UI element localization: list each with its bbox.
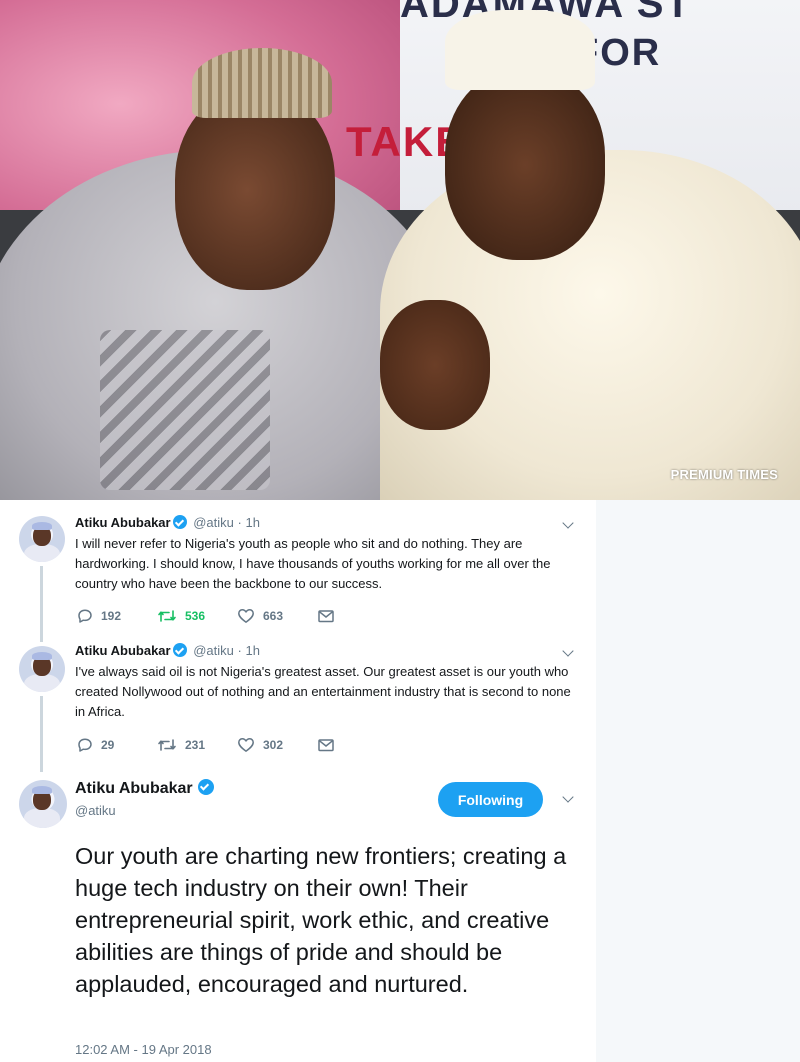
robe-pattern [100, 330, 270, 490]
avatar[interactable] [19, 516, 65, 562]
news-photo: ADAMAWA ST FOR TAKE PREMIUM TIMES [0, 0, 800, 500]
thread-tweet-1[interactable]: Atiku Abubakar @atiku · 1h I will never … [0, 510, 596, 642]
chevron-down-icon[interactable] [561, 792, 575, 806]
tweet-header: Atiku Abubakar @atiku · 1h [75, 514, 260, 532]
retweet-button[interactable]: 231 [157, 736, 205, 754]
reply-icon [78, 738, 92, 752]
tweet-text: I will never refer to Nigeria's youth as… [75, 536, 551, 591]
retweet-button[interactable]: 536 [157, 607, 205, 625]
tweet-timestamp[interactable]: 12:02 AM - 19 Apr 2018 [75, 1042, 212, 1057]
like-button[interactable]: 302 [237, 736, 283, 754]
retweet-icon [158, 739, 176, 751]
person-right-cap [445, 10, 595, 90]
author-handle[interactable]: @atiku [75, 802, 116, 820]
verified-badge-icon [172, 643, 187, 657]
separator-dot: · [237, 515, 242, 530]
tweet-text: Our youth are charting new frontiers; cr… [75, 843, 567, 997]
tweet-time[interactable]: 1h [245, 643, 259, 658]
direct-message-button[interactable] [317, 607, 335, 625]
photo-watermark: PREMIUM TIMES [670, 467, 778, 482]
author-name[interactable]: Atiku Abubakar [75, 515, 171, 530]
retweet-count: 536 [185, 609, 206, 623]
person-right-head [445, 70, 605, 260]
author-name[interactable]: Atiku Abubakar [75, 780, 193, 797]
verified-badge-icon [172, 515, 187, 529]
like-button[interactable]: 663 [237, 607, 283, 625]
tweet-text: I've always said oil is not Nigeria's gr… [75, 664, 571, 719]
like-count: 663 [263, 609, 284, 623]
following-button[interactable]: Following [438, 782, 543, 817]
raised-hand [380, 300, 490, 430]
right-background [596, 500, 800, 1062]
author-handle[interactable]: @atiku [193, 643, 234, 658]
avatar[interactable] [19, 780, 67, 828]
reply-icon [78, 609, 92, 623]
like-count: 302 [263, 738, 284, 752]
reply-button[interactable]: 29 [77, 736, 114, 754]
reply-count: 192 [101, 609, 122, 623]
chevron-down-icon[interactable] [561, 646, 575, 660]
reply-button[interactable]: 192 [77, 607, 121, 625]
envelope-icon [318, 610, 334, 623]
author-handle[interactable]: @atiku [193, 515, 234, 530]
reply-count: 29 [101, 738, 115, 752]
thread-connector [40, 566, 43, 642]
envelope-icon [318, 739, 334, 752]
person-left-cap [192, 48, 332, 118]
tweet-thread-panel: Atiku Abubakar @atiku · 1h I will never … [0, 500, 596, 1062]
avatar[interactable] [19, 646, 65, 692]
main-tweet: Atiku Abubakar @atiku Following Our yout… [0, 770, 596, 1062]
person-left-head [175, 90, 335, 290]
author-name[interactable]: Atiku Abubakar [75, 643, 171, 658]
heart-icon [238, 738, 254, 752]
thread-tweet-2[interactable]: Atiku Abubakar @atiku · 1h I've always s… [0, 640, 596, 772]
tweet-time[interactable]: 1h [245, 515, 259, 530]
chevron-down-icon[interactable] [561, 518, 575, 532]
author-name-row: Atiku Abubakar [75, 778, 217, 800]
verified-badge-icon [197, 779, 214, 795]
heart-icon [238, 609, 254, 623]
tweet-header: Atiku Abubakar @atiku · 1h [75, 642, 260, 660]
direct-message-button[interactable] [317, 736, 335, 754]
retweet-icon [158, 610, 176, 622]
retweet-count: 231 [185, 738, 206, 752]
separator-dot: · [237, 643, 242, 658]
thread-connector [40, 696, 43, 772]
